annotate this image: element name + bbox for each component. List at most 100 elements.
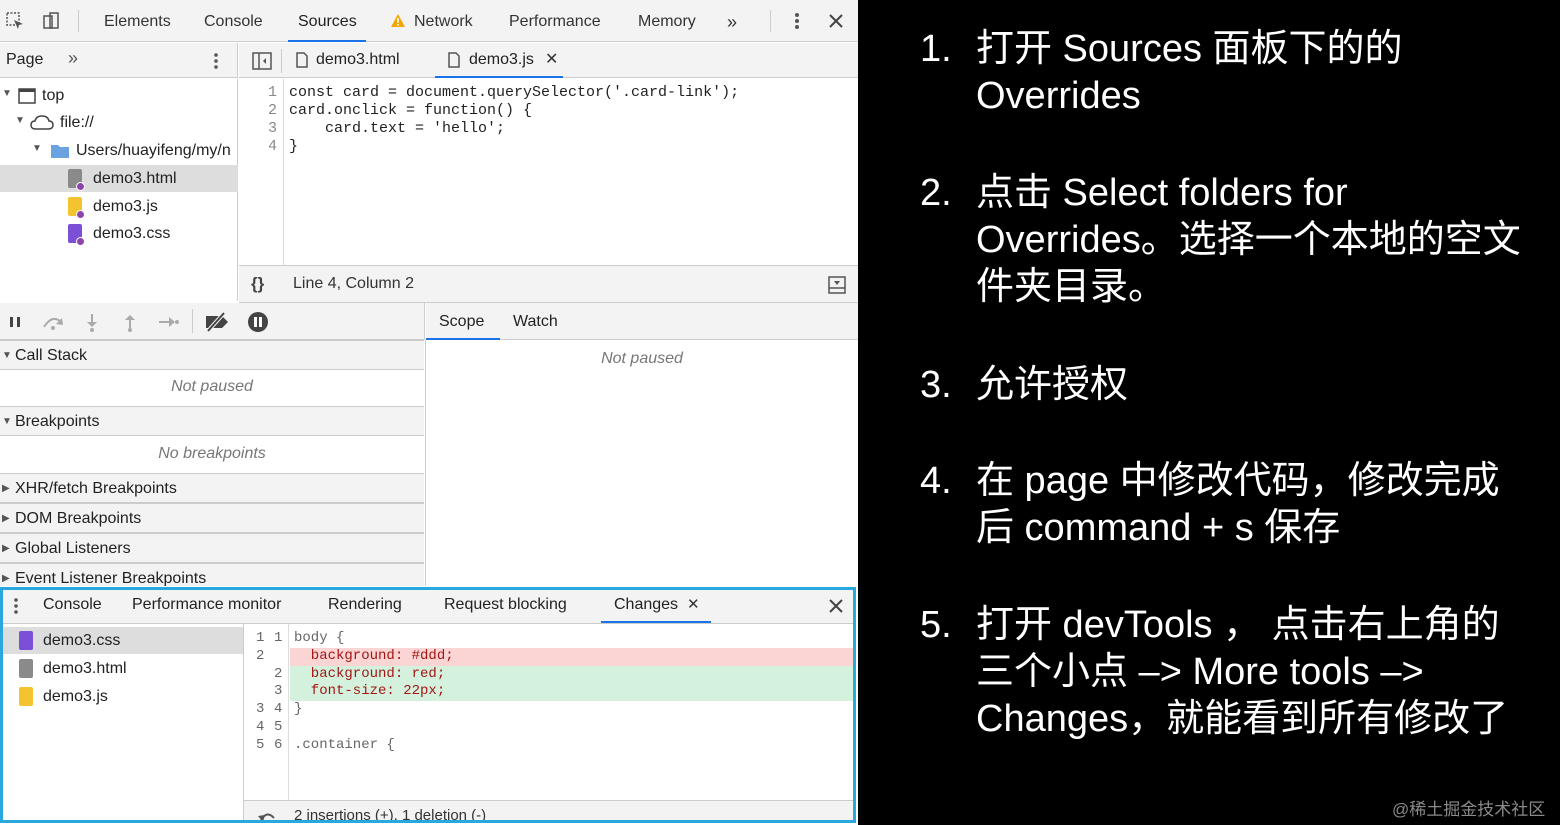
tree-item-file[interactable]: demo3.js (0, 193, 238, 220)
tree-item-origin[interactable]: ▼ file:// (0, 110, 238, 136)
section-title: Event Listener Breakpoints (15, 570, 207, 586)
tab-console[interactable]: Console (204, 0, 263, 42)
drawer-tab-console[interactable]: Console (43, 596, 102, 614)
instruction-item: 3. 允许授权 (920, 362, 1560, 412)
drawer-menu-icon[interactable] (9, 596, 23, 616)
revert-icon[interactable] (256, 809, 278, 820)
tree-label-folder: Users/huayifeng/my/n (76, 142, 231, 159)
code-line: card.text = 'hello'; (289, 120, 506, 137)
instruction-number: 3. (920, 364, 952, 406)
expand-arrow-icon[interactable]: ▼ (32, 143, 42, 154)
line-number: 2 (268, 102, 278, 119)
navigator-more-icon[interactable]: » (68, 48, 78, 69)
drawer-tab-changes[interactable]: Changes (614, 596, 678, 614)
instruction-text: 点击 Select folders for Overrides。选择一个本地的空… (976, 172, 1521, 308)
step-over-icon[interactable] (40, 311, 66, 333)
instruction-number: 2. (920, 172, 952, 214)
inspect-element-icon[interactable] (4, 10, 26, 32)
drawer-tab-performance-monitor[interactable]: Performance monitor (132, 596, 281, 614)
diff-new-line-number: 3 (274, 683, 283, 699)
step-icon[interactable] (156, 311, 180, 333)
pretty-print-button[interactable]: {} (251, 274, 264, 294)
code-line: const card = document.querySelector('.ca… (289, 84, 740, 101)
diff-text: } (294, 701, 303, 717)
drawer-tab-request-blocking[interactable]: Request blocking (444, 596, 567, 614)
navigator-menu-icon[interactable] (208, 50, 224, 72)
folder-icon (50, 143, 70, 159)
toggle-navigator-icon[interactable] (251, 51, 273, 71)
expand-arrow-icon[interactable]: ▼ (2, 88, 12, 99)
toggle-drawer-icon[interactable] (827, 275, 847, 295)
step-out-icon[interactable] (120, 311, 140, 333)
section-event-listener-breakpoints[interactable]: ▶ Event Listener Breakpoints (0, 563, 424, 586)
tree-label-origin: file:// (60, 114, 94, 131)
modified-dot-icon (76, 182, 85, 191)
section-title: Global Listeners (15, 540, 131, 557)
frame-icon (18, 87, 36, 105)
tree-item-top[interactable]: ▼ top (0, 83, 238, 109)
tree-item-file[interactable]: demo3.html (0, 165, 238, 192)
warning-icon (390, 13, 406, 29)
toolbar-divider (192, 309, 193, 333)
diff-new-line-number: 1 (274, 630, 283, 646)
js-file-icon (19, 687, 33, 706)
toolbar-divider (770, 10, 771, 32)
instruction-number: 1. (920, 28, 952, 70)
editor-tab-js[interactable]: demo3.js ✕ (435, 43, 563, 78)
tab-elements[interactable]: Elements (104, 0, 171, 42)
diff-old-line-number: 1 (256, 630, 265, 646)
line-gutter (239, 79, 284, 265)
toolbar-divider (281, 49, 282, 73)
tree-item-file[interactable]: demo3.css (0, 220, 238, 247)
expand-arrow-icon[interactable]: ▼ (15, 115, 25, 126)
modified-dot-icon (76, 237, 85, 246)
changed-file-label: demo3.css (43, 632, 121, 649)
section-global-listeners[interactable]: ▶ Global Listeners (0, 533, 424, 563)
drawer-tab-rendering[interactable]: Rendering (328, 596, 402, 614)
instruction-text: 打开 Sources 面板下的的 Overrides (976, 28, 1403, 117)
more-tabs-icon[interactable]: » (727, 0, 737, 42)
step-into-icon[interactable] (82, 311, 102, 333)
section-breakpoints[interactable]: ▼ Breakpoints (0, 406, 424, 436)
diff-old-line-number: 3 (256, 701, 265, 717)
instruction-number: 4. (920, 460, 952, 502)
changed-file-item[interactable]: demo3.html (3, 655, 243, 682)
instruction-item: 4. 在 page 中修改代码，修改完成 后 command + s 保存 (920, 458, 1560, 558)
close-drawer-icon[interactable] (827, 597, 845, 615)
tab-scope[interactable]: Scope (439, 313, 484, 331)
tree-label-file: demo3.js (93, 198, 158, 215)
tree-item-folder[interactable]: ▼ Users/huayifeng/my/n (0, 138, 238, 164)
navigator-header: Page » (0, 43, 238, 78)
close-changes-tab-icon[interactable]: ✕ (687, 595, 700, 613)
diff-text: .container { (294, 737, 395, 753)
pause-icon[interactable] (6, 313, 24, 331)
pause-on-exceptions-icon[interactable] (246, 311, 270, 333)
section-dom-breakpoints[interactable]: ▶ DOM Breakpoints (0, 503, 424, 533)
section-xhr-breakpoints[interactable]: ▶ XHR/fetch Breakpoints (0, 473, 424, 503)
tab-watch[interactable]: Watch (513, 313, 558, 331)
changes-drawer: Console Performance monitor Rendering Re… (0, 587, 856, 823)
device-toolbar-icon[interactable] (40, 10, 62, 32)
changes-active-underline (601, 621, 711, 623)
collapse-arrow-icon: ▶ (2, 513, 10, 524)
changed-file-item[interactable]: demo3.js (3, 683, 243, 710)
tab-network[interactable]: Network (414, 0, 473, 42)
expand-arrow-icon: ▼ (2, 350, 12, 361)
modified-dot-icon (76, 210, 85, 219)
diff-view: 1 1 body { 2 background: #ddd; 2 backgro… (244, 624, 853, 800)
instruction-number: 5. (920, 604, 952, 646)
debugger-sidebar: ▼ Call Stack Not paused ▼ Breakpoints No… (0, 340, 426, 586)
tab-performance[interactable]: Performance (509, 0, 601, 42)
close-tab-icon[interactable]: ✕ (545, 49, 558, 69)
html-file-icon (19, 659, 33, 678)
close-devtools-icon[interactable] (826, 11, 846, 31)
changes-summary-bar: 2 insertions (+), 1 deletion (-) (244, 800, 853, 820)
tab-memory[interactable]: Memory (638, 0, 696, 42)
code-editor[interactable]: 1 2 3 4 const card = document.querySelec… (239, 79, 858, 265)
tab-sources[interactable]: Sources (298, 0, 357, 42)
changed-file-item[interactable]: demo3.css (3, 627, 243, 654)
more-options-icon[interactable] (788, 10, 806, 32)
section-call-stack[interactable]: ▼ Call Stack (0, 340, 424, 370)
deactivate-breakpoints-icon[interactable] (204, 311, 232, 333)
navigator-tab-page[interactable]: Page (6, 51, 43, 69)
